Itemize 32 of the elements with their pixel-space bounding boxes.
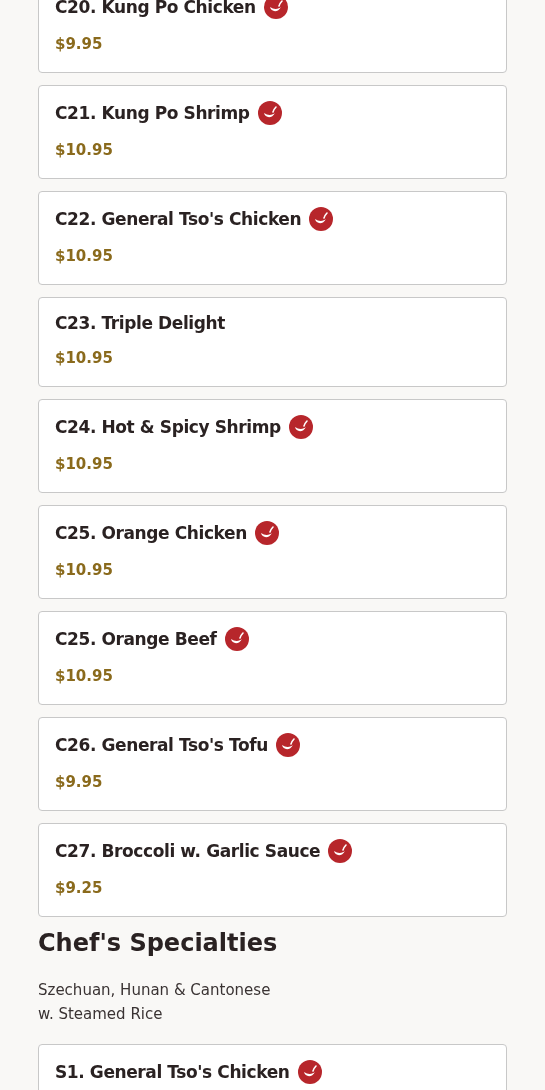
item-name: C27. Broccoli w. Garlic Sauce xyxy=(55,841,321,861)
menu-item-card[interactable]: C22. General Tso's Chicken $10.95 xyxy=(38,191,507,285)
menu-item-card[interactable]: C25. Orange Beef $10.95 xyxy=(38,611,507,705)
section-description: Szechuan, Hunan & Cantonese xyxy=(38,980,272,1001)
menu-item-card[interactable]: C23. Triple Delight $10.95 xyxy=(38,297,507,387)
section-description: w. Steamed Rice xyxy=(38,1004,164,1025)
menu-item-card[interactable]: C20. Kung Po Chicken $9.95 xyxy=(38,0,507,73)
menu-item-card[interactable]: C25. Orange Chicken $10.95 xyxy=(38,505,507,599)
item-price: $10.95 xyxy=(55,454,114,474)
item-name: C24. Hot & Spicy Shrimp xyxy=(55,417,281,437)
item-name: C25. Orange Chicken xyxy=(55,523,247,543)
item-price: $9.25 xyxy=(55,878,104,898)
item-price: $9.95 xyxy=(55,34,104,54)
item-price: $10.95 xyxy=(55,140,114,160)
item-name: S1. General Tso's Chicken xyxy=(55,1062,290,1082)
item-price: $9.95 xyxy=(55,772,104,792)
item-price: $10.95 xyxy=(55,246,114,266)
item-price: $10.95 xyxy=(55,560,114,580)
menu-item-card[interactable]: C27. Broccoli w. Garlic Sauce $9.25 xyxy=(38,823,507,917)
item-name: C26. General Tso's Tofu xyxy=(55,735,268,755)
item-name: C20. Kung Po Chicken xyxy=(55,0,256,17)
menu-item-card[interactable]: S1. General Tso's Chicken xyxy=(38,1044,507,1090)
section-title: Chef's Specialties xyxy=(38,928,279,959)
menu-item-card[interactable]: C24. Hot & Spicy Shrimp $10.95 xyxy=(38,399,507,493)
menu-item-card[interactable]: C21. Kung Po Shrimp $10.95 xyxy=(38,85,507,179)
item-name: C22. General Tso's Chicken xyxy=(55,209,302,229)
item-price: $10.95 xyxy=(55,348,114,368)
item-name: C25. Orange Beef xyxy=(55,629,217,649)
item-name: C21. Kung Po Shrimp xyxy=(55,103,250,123)
menu-item-card[interactable]: C26. General Tso's Tofu $9.95 xyxy=(38,717,507,811)
item-name: C23. Triple Delight xyxy=(55,313,225,333)
item-price: $10.95 xyxy=(55,666,114,686)
